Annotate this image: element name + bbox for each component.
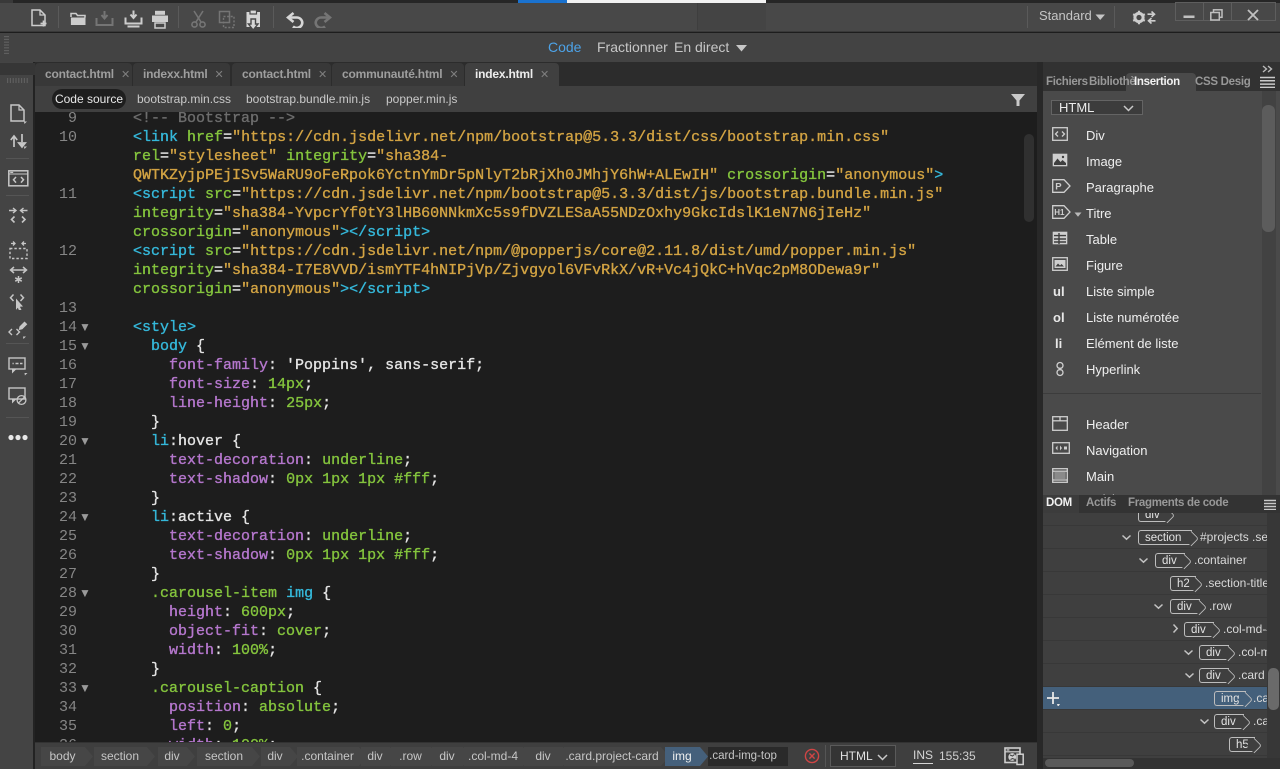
svg-text:P: P xyxy=(1055,182,1062,193)
svg-text:H1: H1 xyxy=(1054,208,1065,217)
